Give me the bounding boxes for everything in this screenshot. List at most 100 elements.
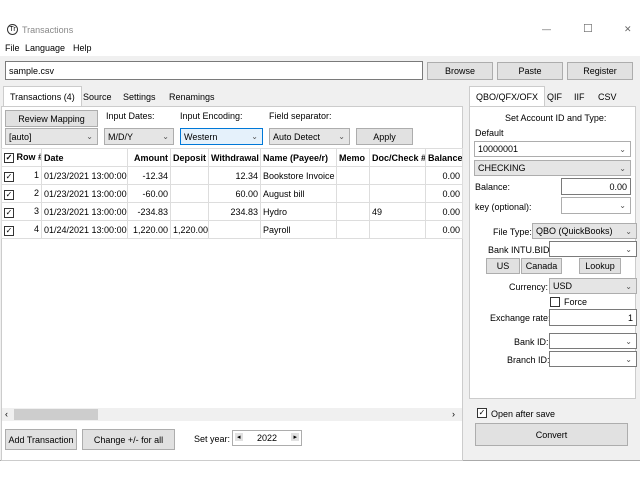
app-window: Tr Transactions — ☐ ✕ File Language Help… (0, 0, 640, 461)
register-button[interactable]: Register (567, 62, 633, 80)
file-type-label: File Type: (493, 227, 532, 237)
cell: 234.83 (208, 202, 261, 221)
header-doc[interactable]: Doc/Check # (369, 148, 426, 167)
cell: 0.00 (425, 220, 463, 239)
encoding-value: Western (184, 131, 218, 142)
cell: 49 (369, 202, 426, 221)
cell (336, 166, 370, 185)
header-amount[interactable]: Amount (127, 148, 171, 167)
scroll-right-icon[interactable]: › (452, 409, 455, 419)
separator-value: Auto Detect (273, 131, 321, 142)
chevron-down-icon[interactable]: ⌄ (625, 355, 632, 364)
balance-label: Balance: (475, 182, 511, 192)
tab-csv[interactable]: CSV (592, 87, 623, 106)
header-deposit[interactable]: Deposit (170, 148, 209, 167)
review-mapping-button[interactable]: Review Mapping (5, 110, 98, 127)
chevron-down-icon[interactable]: ⌄ (625, 245, 632, 254)
header-balance[interactable]: Balance (425, 148, 463, 167)
browse-button[interactable]: Browse (427, 62, 493, 80)
exchange-rate-label: Exchange rate: (490, 313, 551, 323)
balance-input[interactable]: 0.00 (561, 178, 631, 195)
cell: 01/23/2021 13:00:00 (41, 166, 128, 185)
chevron-down-icon[interactable]: ⌄ (625, 337, 632, 346)
tab-transactions[interactable]: Transactions (4) (3, 86, 82, 107)
table-row[interactable]: ✓ 4 01/24/2021 13:00:00 1,220.00 1,220.00 Pay… (1, 220, 463, 239)
account-type-select[interactable]: CHECKING ⌄ (474, 160, 631, 176)
scroll-thumb[interactable] (14, 409, 98, 420)
account-id-select[interactable]: 10000001 ⌄ (474, 141, 631, 157)
year-spinner[interactable]: ◂ 2022 ▸ (232, 430, 302, 446)
key-select[interactable]: ⌄ (561, 197, 631, 214)
bank-id-input[interactable]: ⌄ (549, 333, 637, 349)
table-row[interactable]: ✓ 2 01/23/2021 13:00:00 -60.00 60.00 August b… (1, 184, 463, 203)
cell: Payroll (260, 220, 337, 239)
header-row[interactable]: ✓ Row # (1, 148, 42, 167)
input-encoding-select[interactable]: Western ⌄ (180, 128, 263, 145)
cell: August bill (260, 184, 337, 203)
bank-id-label: Bank ID: (514, 337, 549, 347)
auto-select[interactable]: [auto] ⌄ (5, 128, 98, 145)
year-increment-icon[interactable]: ▸ (291, 433, 299, 441)
cell: 1,220.00 (127, 220, 171, 239)
tab-iif[interactable]: IIF (568, 87, 591, 106)
horizontal-scrollbar[interactable]: ‹ › (2, 408, 462, 421)
input-dates-label: Input Dates: (106, 111, 155, 121)
input-dates-select[interactable]: M/D/Y ⌄ (104, 128, 174, 145)
tab-qif[interactable]: QIF (541, 87, 568, 106)
force-label: Force (564, 297, 588, 307)
header-withdrawal[interactable]: Withdrawal (208, 148, 261, 167)
cell: -60.00 (127, 184, 171, 203)
maximize-button[interactable]: ☐ (583, 22, 593, 35)
row-checkbox[interactable]: ✓ (4, 189, 14, 200)
field-separator-select[interactable]: Auto Detect ⌄ (269, 128, 350, 145)
scroll-left-icon[interactable]: ‹ (5, 409, 8, 419)
row-checkbox[interactable]: ✓ (4, 225, 14, 236)
set-year-label: Set year: (194, 434, 231, 444)
file-type-select[interactable]: QBO (QuickBooks) ⌄ (532, 223, 637, 239)
change-sign-button[interactable]: Change +/- for all (82, 429, 175, 450)
lookup-button[interactable]: Lookup (579, 258, 621, 274)
add-transaction-button[interactable]: Add Transaction (5, 429, 77, 450)
open-after-save-checkbox[interactable]: ✓ (477, 408, 487, 418)
tab-qbo[interactable]: QBO/QFX/OFX (469, 86, 546, 107)
currency-select[interactable]: USD ⌄ (549, 278, 637, 294)
cell: 2 (33, 187, 39, 198)
key-label: key (optional): (475, 202, 532, 212)
header-name[interactable]: Name (Payee/r) (260, 148, 337, 167)
cell (336, 202, 370, 221)
header-date[interactable]: Date (41, 148, 128, 167)
table-row[interactable]: ✓ 1 01/23/2021 13:00:00 -12.34 12.34 Bookstor… (1, 166, 463, 185)
force-checkbox[interactable] (550, 297, 560, 307)
year-decrement-icon[interactable]: ◂ (235, 433, 243, 441)
select-all-checkbox[interactable]: ✓ (4, 153, 14, 163)
file-path-input[interactable]: sample.csv (5, 61, 423, 80)
us-button[interactable]: US (486, 258, 520, 274)
branch-id-label: Branch ID: (507, 355, 550, 365)
intu-bid-input[interactable]: ⌄ (549, 241, 637, 257)
minimize-button[interactable]: — (542, 24, 551, 34)
menu-file[interactable]: File (5, 43, 20, 53)
cell: 12.34 (208, 166, 261, 185)
menu-language[interactable]: Language (25, 43, 65, 53)
row-checkbox[interactable]: ✓ (4, 171, 14, 182)
tab-renamings[interactable]: Renamings (163, 87, 221, 106)
title-bar: Tr Transactions — ☐ ✕ (0, 0, 640, 40)
menu-help[interactable]: Help (73, 43, 92, 53)
row-checkbox[interactable]: ✓ (4, 207, 14, 218)
branch-id-input[interactable]: ⌄ (549, 351, 637, 367)
paste-button[interactable]: Paste (497, 62, 563, 80)
exchange-rate-input[interactable]: 1 (549, 309, 637, 326)
tab-source[interactable]: Source (77, 87, 118, 106)
open-after-save-label: Open after save (491, 409, 556, 419)
canada-button[interactable]: Canada (521, 258, 562, 274)
apply-button[interactable]: Apply (356, 128, 413, 145)
chevron-down-icon: ⌄ (86, 132, 93, 141)
dates-value: M/D/Y (108, 131, 134, 142)
chevron-down-icon: ⌄ (619, 144, 626, 154)
tab-settings[interactable]: Settings (117, 87, 162, 106)
close-button[interactable]: ✕ (624, 24, 632, 35)
balance-value: 0.00 (609, 181, 627, 192)
table-row[interactable]: ✓ 3 01/23/2021 13:00:00 -234.83 234.83 Hydro 4… (1, 202, 463, 221)
convert-button[interactable]: Convert (475, 423, 628, 446)
header-memo[interactable]: Memo (336, 148, 370, 167)
